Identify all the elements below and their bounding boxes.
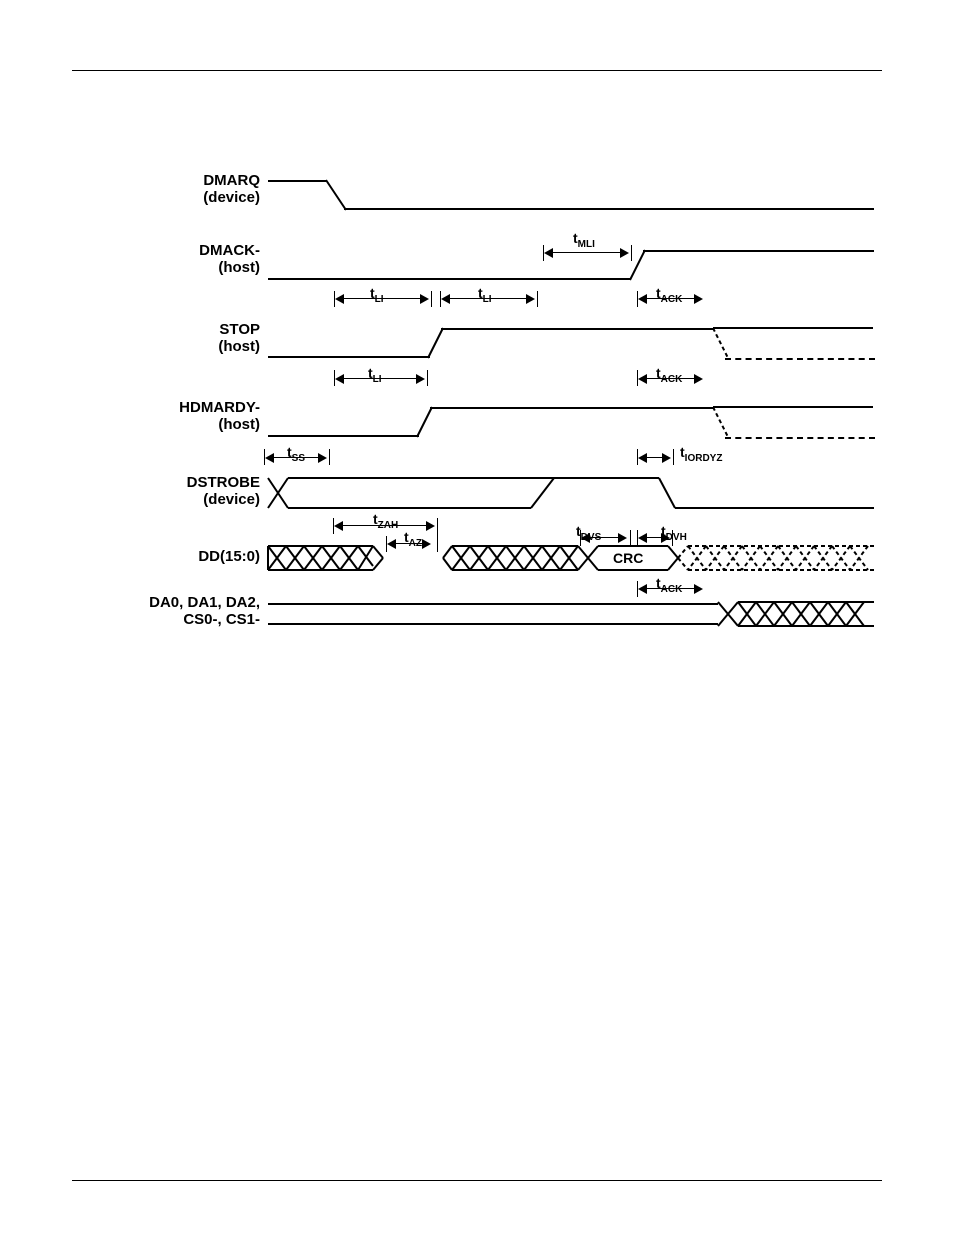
label-crc: CRC (613, 550, 643, 566)
arrow-tmli-right (620, 248, 629, 258)
arrow-tack1-l (638, 294, 647, 304)
arrow-tack1-r (694, 294, 703, 304)
arrow-tli3-r (416, 374, 425, 384)
signal-label-addr: DA0, DA1, DA2, CS0-, CS1- (115, 594, 260, 629)
arrow-tiordyz-l (638, 453, 647, 463)
label-tack2: tACK (656, 365, 682, 381)
signal-name: DA0, DA1, DA2, (149, 594, 260, 611)
stop-high-solid (441, 328, 713, 330)
signal-name: DD(15:0) (198, 548, 260, 565)
bottom-divider (72, 1180, 882, 1181)
dmack-high (643, 250, 874, 252)
signal-source: (host) (218, 338, 260, 355)
arrow-tack3-r (694, 584, 703, 594)
hdmardy-fall (713, 407, 728, 437)
dmarq-high (268, 180, 326, 182)
label-tli3: tLI (368, 365, 382, 381)
hdmardy-high-solid (430, 407, 713, 409)
label-tdvh: tDVH (661, 523, 687, 539)
stop-fall (713, 328, 728, 358)
signal-label-dstrobe: DSTROBE (device) (115, 474, 260, 509)
label-tli2: tLI (478, 285, 492, 301)
addr-bot (268, 623, 718, 625)
arrow-tack3-l (638, 584, 647, 594)
arrow-tack2-l (638, 374, 647, 384)
addr-top (268, 603, 718, 605)
signal-source: (host) (218, 259, 260, 276)
signal-label-stop: STOP (host) (115, 321, 260, 356)
stop-rise (428, 328, 443, 358)
arrow-tzah-l (334, 521, 343, 531)
label-tdvs: tDVS (576, 523, 601, 539)
dstrobe-waveform (268, 478, 874, 508)
arrow-tdvh-l (638, 533, 647, 543)
signal-name: DMARQ (203, 172, 260, 189)
tick-tmli-right (631, 245, 632, 261)
signal-label-dmack: DMACK- (host) (115, 242, 260, 277)
label-tack1: tACK (656, 285, 682, 301)
dmack-low (268, 278, 630, 280)
tli3-line (344, 378, 422, 379)
arrow-tdvs-r (618, 533, 627, 543)
arrow-tli2-l (441, 294, 450, 304)
timing-diagram: DMARQ (device) DMACK- (host) tMLI STOP (… (0, 170, 880, 640)
tick-tli1-r (431, 291, 432, 307)
stop-low (268, 356, 430, 358)
arrow-tss-l (265, 453, 274, 463)
signal-name: HDMARDY- (179, 399, 260, 416)
hdmardy-low-dashed (725, 437, 875, 439)
arrow-tss-r (318, 453, 327, 463)
label-tss: tSS (287, 444, 305, 460)
label-tiordyz: tIORDYZ (680, 444, 722, 460)
arrow-tli2-r (526, 294, 535, 304)
arrow-tli3-l (335, 374, 344, 384)
label-tack3: tACK (656, 575, 682, 591)
signal-source: (device) (203, 189, 260, 206)
label-tzah: tZAH (373, 511, 398, 527)
tick-tli3-r (427, 370, 428, 386)
signal-name: DSTROBE (187, 474, 260, 491)
dmarq-low (344, 208, 874, 210)
label-tli1: tLI (370, 285, 384, 301)
stop-low-dashed (725, 358, 875, 360)
tick-tli2-r (537, 291, 538, 307)
arrow-tli1-r (420, 294, 429, 304)
addr-hatch (718, 602, 874, 626)
arrow-tli1-l (335, 294, 344, 304)
arrow-tmli-left (544, 248, 553, 258)
arrow-tzah-r (426, 521, 435, 531)
tmli-line (553, 252, 626, 253)
tick-tss-r (329, 449, 330, 465)
arrow-tack2-r (694, 374, 703, 384)
signal-label-dd: DD(15:0) (115, 548, 260, 565)
signal-name: STOP (219, 321, 260, 338)
dd-bus (268, 546, 874, 570)
hdmardy-rise (417, 407, 432, 437)
label-taz: tAZ (404, 529, 422, 545)
signal-source: CS0-, CS1- (183, 611, 260, 628)
signal-label-dmarq: DMARQ (device) (115, 172, 260, 207)
hdmardy-low (268, 435, 419, 437)
dmarq-fall (326, 180, 346, 210)
arrow-tiordyz-r (662, 453, 671, 463)
signal-source: (device) (203, 491, 260, 508)
signal-source: (host) (218, 416, 260, 433)
tick-tdvs-r (630, 530, 631, 546)
top-divider (72, 70, 882, 71)
tli1-line (344, 298, 426, 299)
label-tmli: tMLI (573, 230, 595, 246)
signal-label-hdmardy: HDMARDY- (host) (115, 399, 260, 434)
signal-name: DMACK- (199, 242, 260, 259)
tick-tiordyz-r (673, 449, 674, 465)
